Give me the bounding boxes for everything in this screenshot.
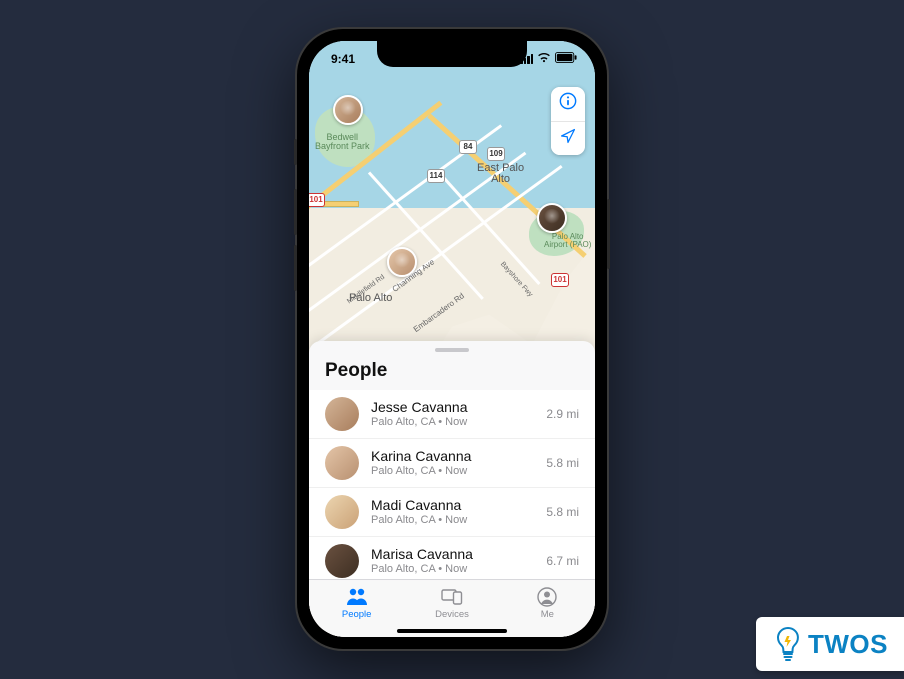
map-label-city: East Palo Alto: [477, 163, 524, 186]
tab-label: Devices: [435, 609, 469, 620]
person-row[interactable]: Madi Cavanna Palo Alto, CA • Now 5.8 mi: [309, 488, 595, 537]
person-distance: 2.9 mi: [546, 407, 579, 421]
route-shield: 101: [551, 273, 569, 287]
watermark-text: TWOS: [808, 629, 888, 660]
avatar: [325, 495, 359, 529]
side-button-volume-up: [294, 189, 297, 235]
avatar: [325, 397, 359, 431]
battery-full-icon: [555, 52, 577, 66]
person-subtitle: Palo Alto, CA • Now: [371, 465, 534, 477]
info-circle-icon: [559, 92, 577, 115]
person-subtitle: Palo Alto, CA • Now: [371, 563, 534, 575]
tab-devices[interactable]: Devices: [404, 580, 499, 627]
person-distance: 5.8 mi: [546, 505, 579, 519]
map-locate-button[interactable]: [551, 121, 585, 155]
people-icon: [345, 586, 369, 608]
map-label-park: Bedwell Bayfront Park: [315, 133, 370, 152]
person-name: Madi Cavanna: [371, 497, 534, 513]
people-list: Jesse Cavanna Palo Alto, CA • Now 2.9 mi…: [309, 390, 595, 579]
tab-me[interactable]: Me: [500, 580, 595, 627]
route-shield: 109: [487, 147, 505, 161]
side-button-volume-down: [294, 245, 297, 291]
person-pin[interactable]: [537, 203, 567, 233]
lightbulb-icon: [774, 626, 802, 662]
status-time: 9:41: [331, 52, 355, 66]
people-sheet[interactable]: People Jesse Cavanna Palo Alto, CA • Now…: [309, 341, 595, 579]
side-button-power: [607, 199, 610, 269]
person-name: Karina Cavanna: [371, 448, 534, 464]
person-row[interactable]: Jesse Cavanna Palo Alto, CA • Now 2.9 mi: [309, 390, 595, 439]
map-info-button[interactable]: [551, 87, 585, 121]
avatar: [325, 544, 359, 578]
map-label-airport: Palo Alto Airport (PAO): [544, 233, 591, 250]
person-distance: 6.7 mi: [546, 554, 579, 568]
devices-icon: [441, 586, 463, 608]
person-info: Jesse Cavanna Palo Alto, CA • Now: [371, 399, 534, 428]
wifi-icon: [537, 52, 551, 66]
sheet-title: People: [309, 356, 595, 390]
person-distance: 5.8 mi: [546, 456, 579, 470]
route-shield: 101: [309, 193, 325, 207]
person-info: Madi Cavanna Palo Alto, CA • Now: [371, 497, 534, 526]
location-arrow-icon: [560, 128, 576, 149]
map-label-freeway: Bayshore Fwy: [499, 260, 534, 298]
route-shield: 114: [427, 169, 445, 183]
avatar: [325, 446, 359, 480]
map-controls: [551, 87, 585, 155]
route-shield: 84: [459, 140, 477, 154]
home-indicator[interactable]: [397, 629, 507, 633]
person-name: Marisa Cavanna: [371, 546, 534, 562]
person-info: Marisa Cavanna Palo Alto, CA • Now: [371, 546, 534, 575]
status-right: [520, 52, 577, 66]
person-row[interactable]: Karina Cavanna Palo Alto, CA • Now 5.8 m…: [309, 439, 595, 488]
person-row[interactable]: Marisa Cavanna Palo Alto, CA • Now 6.7 m…: [309, 537, 595, 579]
sheet-grabber[interactable]: [435, 348, 469, 352]
person-subtitle: Palo Alto, CA • Now: [371, 416, 534, 428]
person-subtitle: Palo Alto, CA • Now: [371, 514, 534, 526]
person-name: Jesse Cavanna: [371, 399, 534, 415]
tab-people[interactable]: People: [309, 580, 404, 627]
person-pin[interactable]: [387, 247, 417, 277]
tab-label: People: [342, 609, 372, 620]
person-pin[interactable]: [333, 95, 363, 125]
screen: 9:41: [309, 41, 595, 637]
notch: [377, 41, 527, 67]
tab-label: Me: [541, 609, 554, 620]
canvas: 9:41: [0, 0, 904, 679]
person-info: Karina Cavanna Palo Alto, CA • Now: [371, 448, 534, 477]
phone-frame: 9:41: [297, 29, 607, 649]
side-button-silent: [294, 139, 297, 165]
watermark-badge: TWOS: [756, 617, 904, 671]
me-icon: [537, 586, 557, 608]
